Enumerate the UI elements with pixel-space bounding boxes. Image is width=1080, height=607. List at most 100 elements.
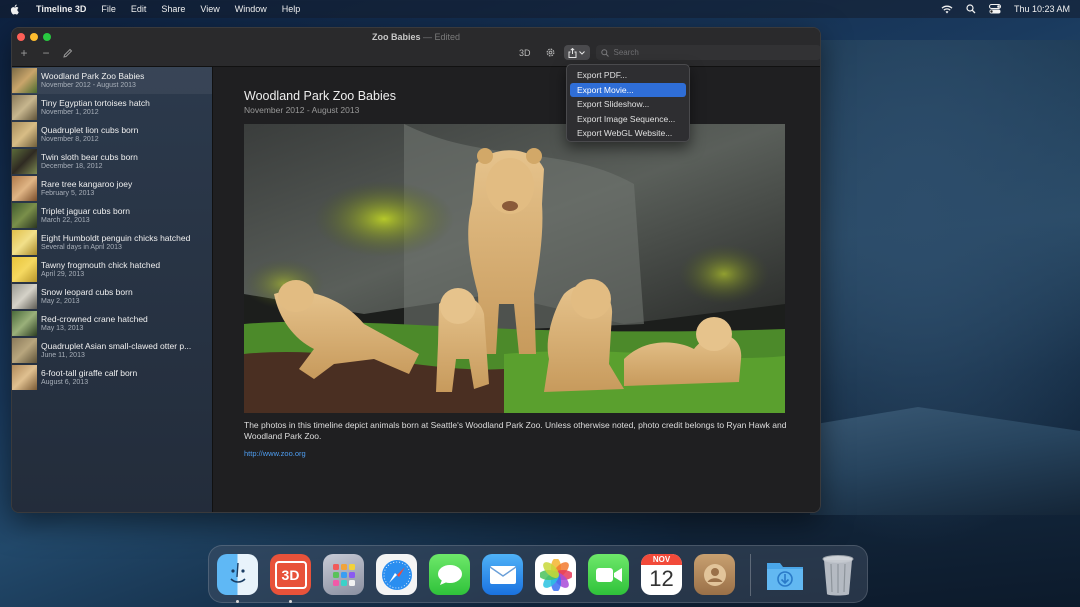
event-photo-lions: [244, 124, 785, 413]
search-input[interactable]: [613, 48, 804, 57]
export-pdf-item[interactable]: Export PDF...: [570, 68, 686, 83]
menu-clock[interactable]: Thu 10:23 AM: [1014, 4, 1070, 14]
downloads-folder-icon[interactable]: [764, 554, 805, 595]
timeline-sidebar: Woodland Park Zoo Babies November 2012 - …: [12, 67, 213, 512]
sidebar-item-date: June 11, 2013: [41, 352, 85, 359]
thumbnail-lion-cubs: [12, 122, 37, 147]
event-detail-pane: Woodland Park Zoo Babies November 2012 -…: [214, 67, 820, 512]
sidebar-item-date: November 8, 2012: [41, 136, 99, 143]
remove-button[interactable]: −: [40, 47, 52, 59]
thumbnail-snow-leopard: [12, 284, 37, 309]
event-date-range: November 2012 - August 2013: [244, 105, 360, 115]
sidebar-item-date: December 18, 2012: [41, 163, 103, 170]
title-bar: Zoo Babies — Edited + − 3D: [12, 28, 820, 67]
contacts-icon[interactable]: [694, 554, 735, 595]
launchpad-icon[interactable]: [323, 554, 364, 595]
calendar-month-label: NOV: [641, 554, 682, 565]
menu-view[interactable]: View: [200, 4, 219, 14]
menu-file[interactable]: File: [101, 4, 116, 14]
menu-bar: Timeline 3D File Edit Share View Window …: [0, 0, 1080, 18]
sidebar-item-date: May 13, 2013: [41, 325, 84, 332]
trash-icon[interactable]: [817, 554, 858, 595]
event-link[interactable]: http://www.zoo.org: [244, 449, 306, 458]
thumbnail-sloth-bear: [12, 149, 37, 174]
dock-separator: [750, 554, 751, 596]
sidebar-item-title: Red-crowned crane hatched: [41, 314, 148, 324]
sidebar-item-penguins[interactable]: Eight Humboldt penguin chicks hatched Sev…: [12, 229, 212, 256]
export-image-sequence-item[interactable]: Export Image Sequence...: [570, 112, 686, 127]
sidebar-item-tree-kangaroo[interactable]: Rare tree kangaroo joey February 5, 2013: [12, 175, 212, 202]
sidebar-item-otter[interactable]: Quadruplet Asian small-clawed otter p...…: [12, 337, 212, 364]
settings-button[interactable]: [545, 47, 556, 58]
share-button[interactable]: [563, 45, 590, 60]
sidebar-item-title: Woodland Park Zoo Babies: [41, 71, 145, 81]
sidebar-item-date: August 6, 2013: [41, 379, 89, 386]
sidebar-item-woodland-park-zoo-babies[interactable]: Woodland Park Zoo Babies November 2012 - …: [12, 67, 212, 94]
event-description: The photos in this timeline depict anima…: [244, 420, 787, 441]
window-title: Zoo Babies — Edited: [12, 32, 820, 42]
thumbnail-penguins: [12, 230, 37, 255]
sidebar-item-title: Quadruplet lion cubs born: [41, 125, 139, 135]
sidebar-item-title: Quadruplet Asian small-clawed otter p...: [41, 341, 192, 351]
sidebar-item-date: April 29, 2013: [41, 271, 85, 278]
thumbnail-tree-kangaroo: [12, 176, 37, 201]
sidebar-item-title: Triplet jaguar cubs born: [41, 206, 130, 216]
toolbar-right: 3D: [519, 45, 820, 60]
wifi-icon[interactable]: [941, 5, 953, 14]
document-name: Zoo Babies: [371, 32, 421, 42]
search-field[interactable]: [595, 45, 820, 60]
finder-icon[interactable]: [217, 554, 258, 595]
3d-view-button[interactable]: 3D: [519, 48, 531, 58]
menu-help[interactable]: Help: [282, 4, 301, 14]
pencil-icon[interactable]: [62, 48, 73, 59]
sidebar-item-tortoises[interactable]: Tiny Egyptian tortoises hatch November 1,…: [12, 94, 212, 121]
apple-icon[interactable]: [10, 3, 20, 15]
spotlight-search-icon[interactable]: [966, 4, 976, 14]
toolbar-left: + −: [18, 47, 73, 59]
dock: 3D NOV 12: [208, 545, 868, 603]
sidebar-item-jaguar[interactable]: Triplet jaguar cubs born March 22, 2013: [12, 202, 212, 229]
thumbnail-jaguar: [12, 203, 37, 228]
edited-label: Edited: [434, 32, 461, 42]
menu-window[interactable]: Window: [235, 4, 267, 14]
sidebar-item-snow-leopard[interactable]: Snow leopard cubs born May 2, 2013: [12, 283, 212, 310]
sidebar-item-lion-cubs[interactable]: Quadruplet lion cubs born November 8, 201…: [12, 121, 212, 148]
calendar-day-label: 12: [649, 566, 674, 591]
thumbnail-frogmouth: [12, 257, 37, 282]
sidebar-item-title: Tiny Egyptian tortoises hatch: [41, 98, 150, 108]
title-separator: —: [422, 32, 432, 42]
search-icon: [600, 48, 609, 57]
thumbnail-giraffe: [12, 365, 37, 390]
export-movie-item[interactable]: Export Movie...: [570, 82, 686, 97]
sidebar-item-crane[interactable]: Red-crowned crane hatched May 13, 2013: [12, 310, 212, 337]
finder-running-indicator: [236, 600, 239, 603]
add-button[interactable]: +: [18, 47, 30, 59]
sidebar-item-frogmouth[interactable]: Tawny frogmouth chick hatched April 29, 2…: [12, 256, 212, 283]
share-icon: [568, 47, 577, 58]
menu-share[interactable]: Share: [161, 4, 185, 14]
menu-app-name[interactable]: Timeline 3D: [36, 4, 86, 14]
gear-icon: [546, 48, 554, 57]
export-webgl-website-item[interactable]: Export WebGL Website...: [570, 126, 686, 141]
thumbnail-otter: [12, 338, 37, 363]
timeline-3d-icon[interactable]: 3D: [270, 554, 311, 595]
mail-icon[interactable]: [482, 554, 523, 595]
safari-icon[interactable]: [376, 554, 417, 595]
sidebar-item-title: Rare tree kangaroo joey: [41, 179, 133, 189]
timeline-3d-label: 3D: [274, 560, 307, 589]
export-slideshow-item[interactable]: Export Slideshow...: [570, 97, 686, 112]
sidebar-item-title: Tawny frogmouth chick hatched: [41, 260, 161, 270]
sidebar-item-date: February 5, 2013: [41, 190, 95, 197]
sidebar-item-date: Several days in April 2013: [41, 244, 122, 251]
sidebar-item-sloth-bear[interactable]: Twin sloth bear cubs born December 18, 20…: [12, 148, 212, 175]
sidebar-item-date: November 1, 2012: [41, 109, 99, 116]
sidebar-item-date: November 2012 - August 2013: [41, 82, 136, 89]
thumbnail-lion-cubs: [12, 68, 37, 93]
messages-icon[interactable]: [429, 554, 470, 595]
sidebar-item-giraffe[interactable]: 6-foot-tall giraffe calf born August 6, 2…: [12, 364, 212, 391]
menu-edit[interactable]: Edit: [131, 4, 147, 14]
control-center-icon[interactable]: [988, 4, 1001, 14]
facetime-icon[interactable]: [588, 554, 629, 595]
photos-icon[interactable]: [535, 554, 576, 595]
calendar-icon[interactable]: NOV 12: [641, 554, 682, 595]
